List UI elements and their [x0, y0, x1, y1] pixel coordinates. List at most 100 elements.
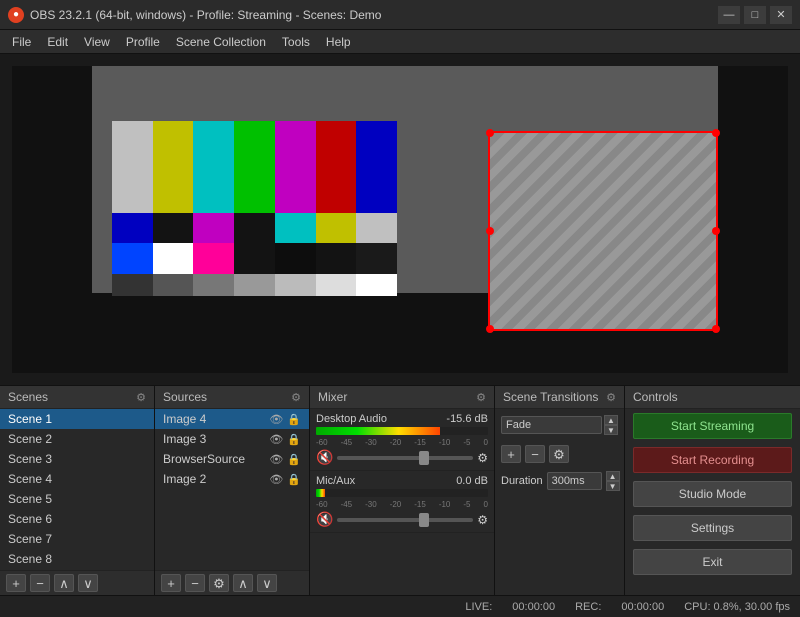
lock-icon-2: 🔒: [287, 433, 301, 446]
scene-item-1[interactable]: Scene 1: [0, 409, 154, 429]
menu-edit[interactable]: Edit: [39, 33, 76, 51]
scene-item-8[interactable]: Scene 8: [0, 549, 154, 569]
source-item-3-icons: 👁 🔒: [269, 453, 301, 466]
mic-mute-button[interactable]: 🔇: [316, 511, 333, 528]
scene-up-button[interactable]: ∧: [54, 574, 74, 592]
source-down-button[interactable]: ∨: [257, 574, 277, 592]
scene-item-7[interactable]: Scene 7: [0, 529, 154, 549]
studio-mode-button[interactable]: Studio Mode: [633, 481, 792, 507]
scene-item-4[interactable]: Scene 4: [0, 469, 154, 489]
remove-transition-button[interactable]: −: [525, 445, 545, 463]
handle-top-right[interactable]: [712, 129, 720, 137]
handle-bottom-left[interactable]: [486, 325, 494, 333]
desktop-audio-label: Desktop Audio: [316, 413, 387, 425]
exit-button[interactable]: Exit: [633, 549, 792, 575]
handle-bottom-right[interactable]: [712, 325, 720, 333]
gray-scale: [112, 274, 397, 296]
sources-panel-icon: ⚙: [291, 391, 301, 404]
desktop-settings-button[interactable]: ⚙: [477, 451, 488, 465]
source-up-button[interactable]: ∧: [233, 574, 253, 592]
desktop-fader[interactable]: [337, 456, 473, 460]
transition-type-down[interactable]: ▼: [604, 425, 618, 435]
transition-duration-row: Duration ▲ ▼: [501, 471, 618, 491]
gs-2: [153, 274, 194, 296]
scene-item-6[interactable]: Scene 6: [0, 509, 154, 529]
remove-scene-button[interactable]: −: [30, 574, 50, 592]
menu-profile[interactable]: Profile: [118, 33, 168, 51]
mic-aux-label: Mic/Aux: [316, 475, 355, 487]
menu-view[interactable]: View: [76, 33, 118, 51]
handle-mid-right[interactable]: [712, 227, 720, 235]
bar-low-4: [234, 243, 275, 274]
mic-settings-button[interactable]: ⚙: [477, 513, 488, 527]
desktop-fader-thumb[interactable]: [419, 451, 429, 465]
source-item-3[interactable]: BrowserSource 👁 🔒: [155, 449, 309, 469]
menu-help[interactable]: Help: [318, 33, 359, 51]
app-icon: ●: [8, 7, 24, 23]
bar-mid-5: [275, 213, 316, 244]
scenes-panel-header: Scenes ⚙: [0, 386, 154, 409]
minimize-button[interactable]: —: [718, 6, 740, 24]
mic-fader-thumb[interactable]: [419, 513, 429, 527]
scenes-panel: Scenes ⚙ Scene 1 Scene 2 Scene 3 Scene 4…: [0, 386, 155, 595]
sources-panel: Sources ⚙ Image 4 👁 🔒 Image 3 👁 🔒 Browse…: [155, 386, 310, 595]
source-settings-button[interactable]: ⚙: [209, 574, 229, 592]
settings-button[interactable]: Settings: [633, 515, 792, 541]
scene-item-2[interactable]: Scene 2: [0, 429, 154, 449]
start-streaming-button[interactable]: Start Streaming: [633, 413, 792, 439]
source-item-1-icons: 👁 🔒: [269, 413, 301, 426]
preview-area: [0, 54, 800, 385]
source-item-1[interactable]: Image 4 👁 🔒: [155, 409, 309, 429]
scene-down-button[interactable]: ∨: [78, 574, 98, 592]
scene-item-5[interactable]: Scene 5: [0, 489, 154, 509]
scenes-toolbar: + − ∧ ∨: [0, 570, 154, 595]
source-item-4-label: Image 2: [163, 472, 206, 486]
source-item-4[interactable]: Image 2 👁 🔒: [155, 469, 309, 489]
title-text: OBS 23.2.1 (64-bit, windows) - Profile: …: [30, 8, 718, 22]
remove-source-button[interactable]: −: [185, 574, 205, 592]
duration-up[interactable]: ▲: [606, 471, 620, 481]
desktop-level-fill: [316, 427, 440, 435]
sources-toolbar: + − ⚙ ∧ ∨: [155, 570, 309, 595]
transitions-panel: Scene Transitions ⚙ Fade ▲ ▼ + − ⚙ Durat…: [495, 386, 625, 595]
source-item-3-label: BrowserSource: [163, 452, 245, 466]
add-scene-button[interactable]: +: [6, 574, 26, 592]
transition-settings-button[interactable]: ⚙: [549, 445, 569, 463]
duration-input[interactable]: [547, 472, 602, 490]
close-button[interactable]: ✕: [770, 6, 792, 24]
gs-6: [316, 274, 357, 296]
desktop-mute-button[interactable]: 🔇: [316, 449, 333, 466]
desktop-audio-db: -15.6 dB: [446, 413, 488, 425]
add-source-button[interactable]: +: [161, 574, 181, 592]
duration-down[interactable]: ▼: [606, 481, 620, 491]
transition-type-up[interactable]: ▲: [604, 415, 618, 425]
mic-fader[interactable]: [337, 518, 473, 522]
mixer-track-mic-header: Mic/Aux 0.0 dB: [316, 475, 488, 487]
maximize-button[interactable]: □: [744, 6, 766, 24]
handle-mid-left[interactable]: [486, 227, 494, 235]
bar-magenta: [275, 121, 316, 213]
bar-low-6: [316, 243, 357, 274]
menu-file[interactable]: File: [4, 33, 39, 51]
mic-level-fill: [316, 489, 325, 497]
handle-top-left[interactable]: [486, 129, 494, 137]
source-selection-overlay[interactable]: [488, 131, 718, 331]
title-bar: ● OBS 23.2.1 (64-bit, windows) - Profile…: [0, 0, 800, 30]
menu-tools[interactable]: Tools: [274, 33, 318, 51]
window-controls: — □ ✕: [718, 6, 792, 24]
source-item-2[interactable]: Image 3 👁 🔒: [155, 429, 309, 449]
scene-item-3[interactable]: Scene 3: [0, 449, 154, 469]
add-transition-button[interactable]: +: [501, 445, 521, 463]
transition-type-select[interactable]: Fade: [501, 416, 602, 434]
menu-scene-collection[interactable]: Scene Collection: [168, 33, 274, 51]
mixer-panel-header: Mixer ⚙: [310, 386, 494, 409]
duration-label: Duration: [501, 475, 543, 487]
color-bars-low: [112, 243, 397, 274]
mic-level-scale: -60 -45 -30 -20 -15 -10 -5 0: [316, 500, 488, 509]
rec-time: 00:00:00: [621, 601, 664, 613]
scenes-panel-title: Scenes: [8, 390, 48, 404]
bar-mid-2: [153, 213, 194, 244]
start-recording-button[interactable]: Start Recording: [633, 447, 792, 473]
color-bars-mid: [112, 213, 397, 244]
source-item-2-label: Image 3: [163, 432, 206, 446]
